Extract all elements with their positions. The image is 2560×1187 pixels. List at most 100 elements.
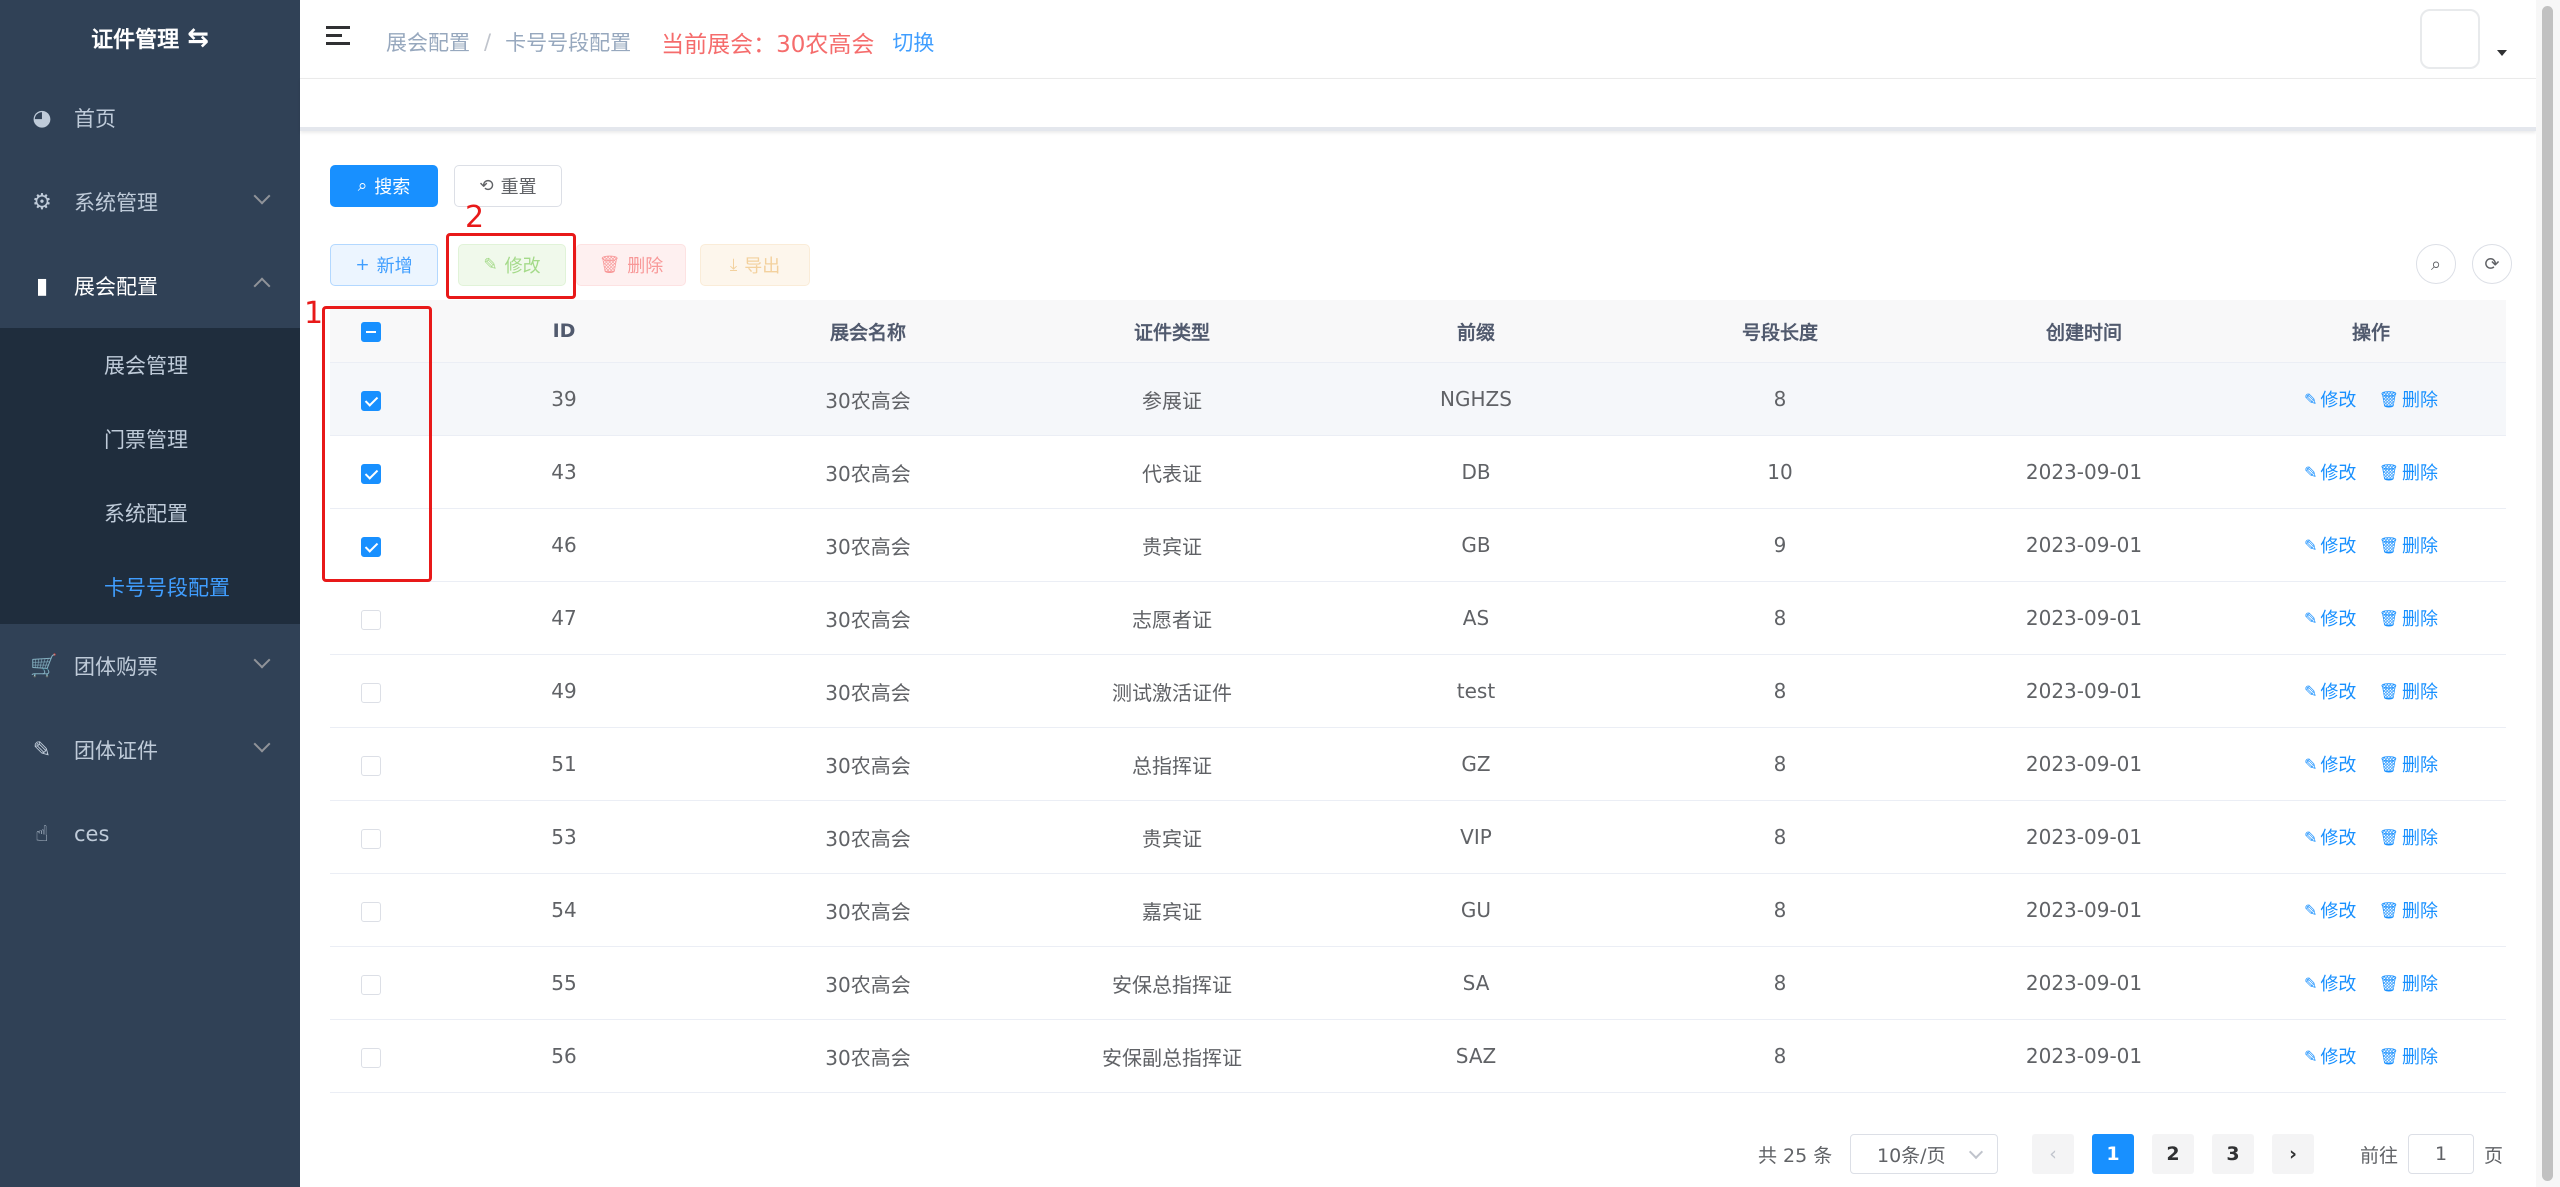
table-row[interactable]: 46 30农高会 贵宾证 GB 9 2023-09-01 ✎ 修改 🗑 删除 [330,509,2506,582]
submenu-item-label: 门票管理 [104,428,188,452]
trash-icon: 🗑 [2378,1046,2400,1066]
table-row[interactable]: 54 30农高会 嘉宾证 GU 8 2023-09-01 ✎ 修改 🗑 删除 [330,874,2506,947]
table-row[interactable]: 56 30农高会 安保副总指挥证 SAZ 8 2023-09-01 ✎ 修改 🗑 删… [330,1020,2506,1093]
select-cell [330,825,412,849]
hamburger-icon[interactable] [326,26,350,46]
column-header[interactable]: 创建时间 [1932,318,2236,345]
page-suffix: 页 [2484,1144,2504,1167]
row-delete-link[interactable]: 🗑 删除 [2379,605,2438,631]
breadcrumb-item[interactable]: 展会配置 [386,27,470,57]
segment-length-cell: 8 [1773,752,1787,776]
row-delete-link[interactable]: 🗑 删除 [2379,459,2438,485]
add-button[interactable]: + 新增 [330,244,438,286]
prev-page-button[interactable]: ‹ [2032,1134,2074,1174]
row-edit-link[interactable]: ✎ 修改 [2304,459,2356,485]
actions-cell: ✎ 修改 🗑 删除 [2236,605,2506,632]
add-button-label: 新增 [376,256,413,277]
select-cell [330,971,412,995]
submenu-expo-config: 展会管理 门票管理 系统配置 卡号号段配置 [0,328,300,624]
delete-button[interactable]: 🗑 删除 [576,244,686,286]
expo-name-cell: 30农高会 [825,607,911,632]
row-checkbox[interactable] [361,1047,381,1068]
row-checkbox[interactable] [361,828,381,849]
app-logo[interactable]: 证件管理 ⇆ [0,0,300,76]
edit-icon: ✎ [2303,827,2318,847]
avatar[interactable] [2420,9,2480,69]
dashboard-icon: ◕ [32,105,52,131]
menu-item-group-ticket[interactable]: 🛒 团体购票 [0,624,300,708]
row-edit-link[interactable]: ✎ 修改 [2304,386,2356,412]
row-edit-link[interactable]: ✎ 修改 [2304,970,2356,996]
page-button-1[interactable]: 1 [2092,1134,2134,1174]
refresh-button[interactable]: ⟳ [2472,244,2512,284]
next-page-button[interactable]: › [2272,1134,2314,1174]
goto-page-input[interactable]: 1 [2408,1134,2475,1174]
row-edit-link[interactable]: ✎ 修改 [2304,678,2356,704]
cert-type-cell: 志愿者证 [1132,607,1212,632]
swap-icon[interactable]: ⇆ [187,23,209,53]
submenu-item-card-segment[interactable]: 卡号号段配置 [0,550,300,624]
row-edit-label: 修改 [2320,755,2357,777]
row-checkbox[interactable] [361,974,381,995]
row-delete-link[interactable]: 🗑 删除 [2379,970,2438,996]
row-checkbox[interactable] [361,755,381,776]
search-button[interactable]: ⌕ 搜索 [330,165,438,207]
cert-type-cell: 安保副总指挥证 [1102,1045,1242,1070]
caret-down-icon[interactable] [2497,50,2507,56]
menu-item-group-cert[interactable]: ✎ 团体证件 [0,708,300,792]
prefix-cell: GZ [1461,752,1491,776]
column-header[interactable]: 前缀 [1324,318,1628,345]
table-row[interactable]: 47 30农高会 志愿者证 AS 8 2023-09-01 ✎ 修改 🗑 删除 [330,582,2506,655]
column-header[interactable]: 展会名称 [716,318,1020,345]
created-time-cell: 2023-09-01 [2025,679,2143,703]
created-time-cell: 2023-09-01 [2025,898,2143,922]
row-checkbox[interactable] [361,682,381,703]
row-edit-link[interactable]: ✎ 修改 [2304,605,2356,631]
row-edit-link[interactable]: ✎ 修改 [2304,824,2356,850]
table-row[interactable]: 55 30农高会 安保总指挥证 SA 8 2023-09-01 ✎ 修改 🗑 删除 [330,947,2506,1020]
switch-expo-link[interactable]: 切换 [892,27,934,57]
menu-item-expo-config[interactable]: ▮ 展会配置 [0,244,300,328]
page-button-3[interactable]: 3 [2212,1134,2254,1174]
current-expo-label: 当前展会： [661,32,777,58]
submenu-item-expo-manage[interactable]: 展会管理 [0,328,300,402]
row-delete-link[interactable]: 🗑 删除 [2379,1043,2438,1069]
row-checkbox[interactable] [361,901,381,922]
row-edit-link[interactable]: ✎ 修改 [2304,751,2356,777]
page-size-select[interactable]: 10条/页 [1850,1134,1998,1174]
row-checkbox[interactable] [361,609,381,630]
menu-item-home[interactable]: ◕ 首页 [0,76,300,160]
table-row[interactable]: 39 30农高会 参展证 NGHZS 8 ✎ 修改 🗑 删除 [330,363,2506,436]
menu-item-system[interactable]: ⚙ 系统管理 [0,160,300,244]
row-edit-link[interactable]: ✎ 修改 [2304,897,2356,923]
column-header[interactable]: 证件类型 [1020,318,1324,345]
row-delete-link[interactable]: 🗑 删除 [2379,824,2438,850]
table-row[interactable]: 53 30农高会 贵宾证 VIP 8 2023-09-01 ✎ 修改 🗑 删除 [330,801,2506,874]
scrollbar-thumb[interactable] [2542,6,2553,1181]
submenu-item-ticket-manage[interactable]: 门票管理 [0,402,300,476]
toggle-search-button[interactable]: ⌕ [2416,244,2456,284]
current-expo-value: 30农高会 [776,32,875,58]
chevron-down-icon [253,735,271,753]
vertical-scrollbar[interactable] [2536,0,2560,1187]
column-header[interactable]: ID [412,320,716,342]
column-header[interactable]: 号段长度 [1628,318,1932,345]
row-edit-link[interactable]: ✎ 修改 [2304,532,2356,558]
row-delete-link[interactable]: 🗑 删除 [2379,386,2438,412]
submenu-item-system-config[interactable]: 系统配置 [0,476,300,550]
id-cell: 49 [551,679,577,703]
table-row[interactable]: 51 30农高会 总指挥证 GZ 8 2023-09-01 ✎ 修改 🗑 删除 [330,728,2506,801]
page-button-2[interactable]: 2 [2152,1134,2194,1174]
table-row[interactable]: 43 30农高会 代表证 DB 10 2023-09-01 ✎ 修改 🗑 删除 [330,436,2506,509]
row-delete-link[interactable]: 🗑 删除 [2379,532,2438,558]
reset-button-label: 重置 [500,177,537,198]
row-edit-link[interactable]: ✎ 修改 [2304,1043,2356,1069]
menu-item-ces[interactable]: ☝ ces [0,792,300,876]
export-button[interactable]: ⤓ 导出 [700,244,810,286]
expo-name-cell: 30农高会 [825,899,911,924]
row-delete-link[interactable]: 🗑 删除 [2379,751,2438,777]
table-row[interactable]: 49 30农高会 测试激活证件 test 8 2023-09-01 ✎ 修改 🗑 删… [330,655,2506,728]
segment-length-cell: 8 [1773,898,1787,922]
row-delete-link[interactable]: 🗑 删除 [2379,678,2438,704]
row-delete-link[interactable]: 🗑 删除 [2379,897,2438,923]
